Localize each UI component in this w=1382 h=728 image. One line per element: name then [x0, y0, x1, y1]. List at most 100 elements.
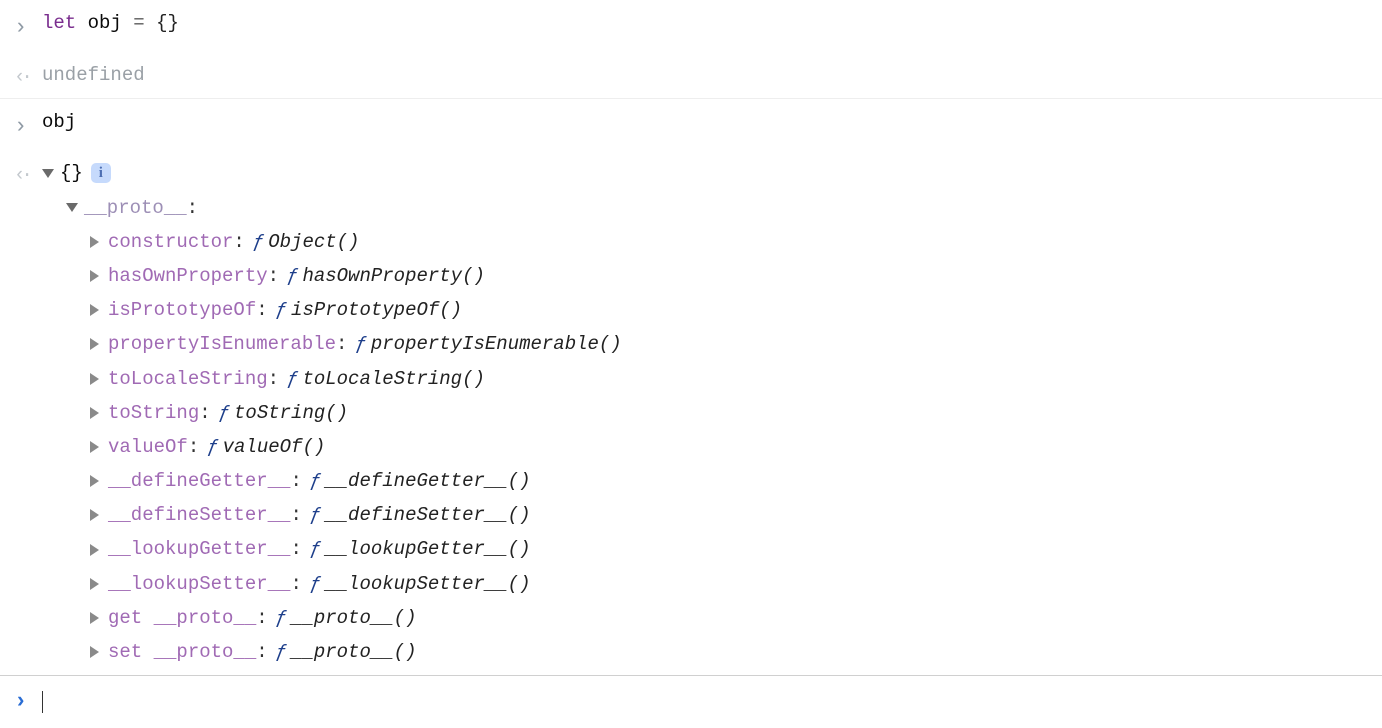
- function-glyph: ƒ: [276, 601, 287, 635]
- function-glyph: ƒ: [219, 396, 230, 430]
- property-row[interactable]: __defineSetter__: ƒ__defineSetter__(): [90, 498, 1374, 532]
- property-row[interactable]: propertyIsEnumerable:ƒpropertyIsEnumerab…: [90, 327, 1374, 361]
- disclosure-triangle-icon[interactable]: [42, 169, 54, 178]
- function-name: toLocaleString(): [302, 362, 484, 396]
- disclosure-triangle-icon[interactable]: [90, 304, 99, 316]
- function-name: __lookupSetter__(): [325, 567, 530, 601]
- property-name: valueOf: [108, 430, 188, 464]
- function-glyph: ƒ: [310, 498, 321, 532]
- colon: :: [290, 464, 301, 498]
- property-name: toLocaleString: [108, 362, 268, 396]
- colon: :: [233, 225, 244, 259]
- property-row[interactable]: isPrototypeOf: ƒisPrototypeOf(): [90, 293, 1374, 327]
- function-glyph: ƒ: [207, 430, 218, 464]
- function-name: Object(): [268, 225, 359, 259]
- property-row[interactable]: __lookupGetter__:ƒ__lookupGetter__(): [90, 532, 1374, 566]
- disclosure-triangle-icon[interactable]: [90, 646, 99, 658]
- disclosure-triangle-icon[interactable]: [90, 475, 99, 487]
- prompt-chevron-icon: ›: [8, 682, 42, 722]
- disclosure-triangle-icon[interactable]: [90, 407, 99, 419]
- disclosure-triangle-icon[interactable]: [90, 236, 99, 248]
- disclosure-triangle-icon[interactable]: [90, 441, 99, 453]
- console-output-row: {} i __proto__: constructor:ƒObject()has…: [0, 150, 1382, 675]
- function-glyph: ƒ: [287, 259, 298, 293]
- output-marker-icon: [8, 154, 42, 192]
- input-code: let obj = {}: [42, 4, 1374, 42]
- colon: :: [268, 362, 279, 396]
- function-glyph: ƒ: [287, 362, 298, 396]
- property-name: get __proto__: [108, 601, 256, 635]
- property-row[interactable]: get __proto__: ƒ__proto__(): [90, 601, 1374, 635]
- colon: :: [256, 635, 267, 669]
- object-tree: {} i __proto__: constructor:ƒObject()has…: [42, 154, 1374, 671]
- colon: :: [290, 567, 301, 601]
- disclosure-triangle-icon[interactable]: [90, 544, 99, 556]
- function-name: __proto__(): [291, 635, 416, 669]
- function-name: valueOf(): [223, 430, 326, 464]
- proto-row[interactable]: __proto__:: [42, 191, 1374, 225]
- function-glyph: ƒ: [310, 567, 321, 601]
- colon: :: [268, 259, 279, 293]
- colon: :: [290, 532, 301, 566]
- function-name: __defineSetter__(): [325, 498, 530, 532]
- property-row[interactable]: hasOwnProperty:ƒhasOwnProperty(): [90, 259, 1374, 293]
- console-input-row: let obj = {}: [0, 0, 1382, 52]
- function-name: propertyIsEnumerable(): [371, 327, 622, 361]
- disclosure-triangle-icon[interactable]: [90, 373, 99, 385]
- property-name: set __proto__: [108, 635, 256, 669]
- function-glyph: ƒ: [253, 225, 264, 259]
- property-row[interactable]: toLocaleString:ƒtoLocaleString(): [90, 362, 1374, 396]
- function-name: __lookupGetter__(): [325, 532, 530, 566]
- property-name: __defineGetter__: [108, 464, 290, 498]
- property-name: __lookupSetter__: [108, 567, 290, 601]
- function-name: isPrototypeOf(): [291, 293, 462, 327]
- output-marker-icon: [8, 56, 42, 94]
- function-name: __defineGetter__(): [325, 464, 530, 498]
- property-name: propertyIsEnumerable: [108, 327, 336, 361]
- object-root[interactable]: {} i: [42, 156, 1374, 190]
- function-name: __proto__(): [291, 601, 416, 635]
- property-row[interactable]: __defineGetter__: ƒ__defineGetter__(): [90, 464, 1374, 498]
- property-row[interactable]: __lookupSetter__: ƒ__lookupSetter__(): [90, 567, 1374, 601]
- disclosure-triangle-icon[interactable]: [90, 578, 99, 590]
- colon: :: [256, 293, 267, 327]
- undefined-value: undefined: [42, 56, 1374, 94]
- disclosure-triangle-icon[interactable]: [90, 612, 99, 624]
- colon: :: [188, 430, 199, 464]
- colon: :: [336, 327, 347, 361]
- proto-label: __proto__: [84, 191, 187, 225]
- property-row[interactable]: toString:ƒtoString(): [90, 396, 1374, 430]
- keyword-let: let: [42, 12, 76, 34]
- property-name: __defineSetter__: [108, 498, 290, 532]
- property-name: toString: [108, 396, 199, 430]
- function-glyph: ƒ: [355, 327, 366, 361]
- colon: :: [290, 498, 301, 532]
- function-glyph: ƒ: [276, 293, 287, 327]
- input-marker-icon: [8, 103, 42, 147]
- property-row[interactable]: set __proto__: ƒ__proto__(): [90, 635, 1374, 669]
- function-glyph: ƒ: [310, 532, 321, 566]
- braces: {}: [156, 12, 179, 34]
- input-expression: obj: [42, 103, 1374, 141]
- property-name: constructor: [108, 225, 233, 259]
- input-marker-icon: [8, 4, 42, 48]
- function-glyph: ƒ: [276, 635, 287, 669]
- disclosure-triangle-icon[interactable]: [66, 203, 78, 212]
- function-name: toString(): [234, 396, 348, 430]
- identifier-obj: obj: [88, 12, 122, 34]
- property-row[interactable]: valueOf:ƒvalueOf(): [90, 430, 1374, 464]
- function-name: hasOwnProperty(): [302, 259, 484, 293]
- info-icon[interactable]: i: [91, 163, 111, 183]
- object-display: {}: [60, 156, 83, 190]
- operator-equals: =: [133, 12, 144, 34]
- colon: :: [256, 601, 267, 635]
- property-name: isPrototypeOf: [108, 293, 256, 327]
- console-prompt-row[interactable]: ›: [0, 675, 1382, 728]
- property-row[interactable]: constructor: ƒObject(): [90, 225, 1374, 259]
- console-output-row: undefined: [0, 52, 1382, 99]
- function-glyph: ƒ: [310, 464, 321, 498]
- property-name: hasOwnProperty: [108, 259, 268, 293]
- disclosure-triangle-icon[interactable]: [90, 509, 99, 521]
- disclosure-triangle-icon[interactable]: [90, 270, 99, 282]
- disclosure-triangle-icon[interactable]: [90, 338, 99, 350]
